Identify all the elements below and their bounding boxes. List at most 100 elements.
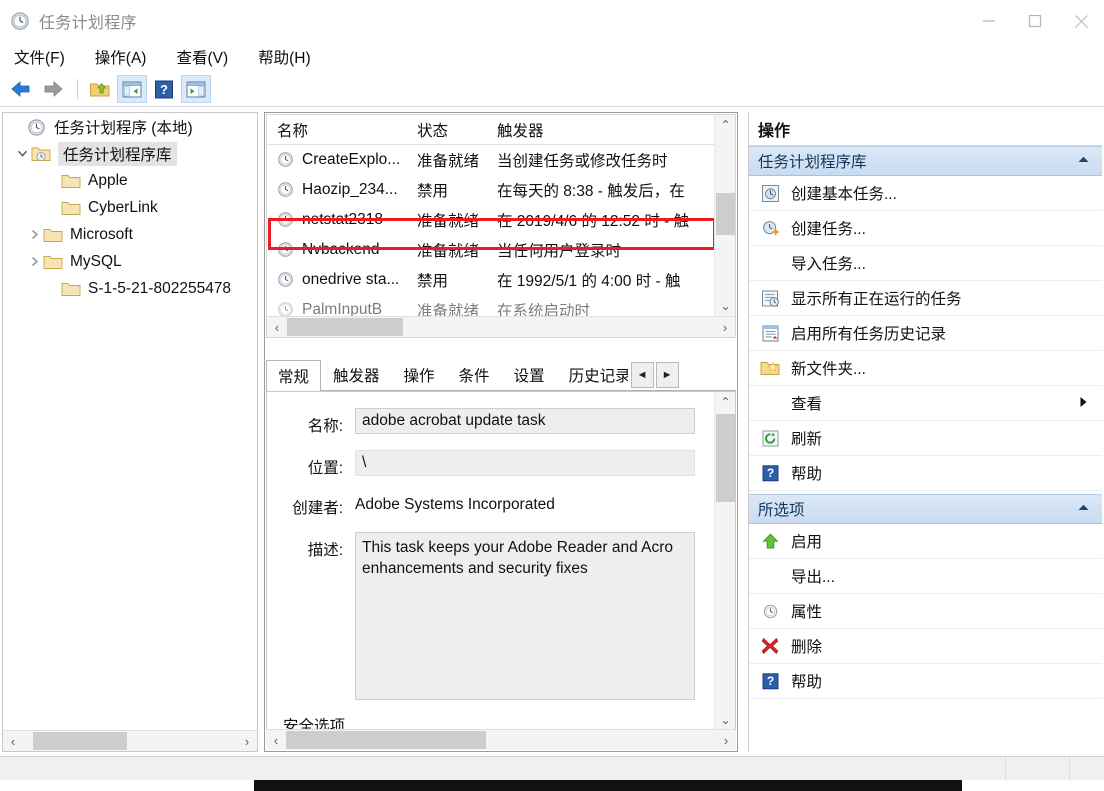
toolbar-back[interactable] — [6, 75, 36, 103]
task-description-textarea[interactable]: This task keeps your Adobe Reader and Ac… — [355, 532, 695, 700]
action-create-basic-task[interactable]: 创建基本任务... — [749, 176, 1102, 211]
action-enable[interactable]: 启用 — [749, 524, 1102, 559]
scroll-thumb[interactable] — [716, 414, 735, 502]
minimize-button[interactable] — [966, 0, 1012, 42]
caret-up-icon[interactable] — [1077, 155, 1090, 167]
detail-tabs: 常规 触发器 操作 条件 设置 历史记录 ◄ ► — [266, 359, 736, 391]
maximize-button[interactable] — [1012, 0, 1058, 42]
table-row[interactable]: Nvbackend 准备就绪 当任何用户登录时 — [267, 235, 717, 265]
scroll-track[interactable] — [23, 731, 237, 752]
task-trigger-cell: 在 2019/4/6 的 12:52 时 - 触 — [497, 213, 690, 230]
task-name-cell: Haozip_234... — [267, 181, 415, 199]
tab-actions[interactable]: 操作 — [392, 360, 447, 390]
tree-node-apple[interactable]: Apple — [3, 167, 257, 194]
toolbar-show-tree[interactable] — [117, 75, 147, 103]
toolbar-forward[interactable] — [38, 75, 68, 103]
menu-action[interactable]: 操作(A) — [93, 44, 159, 70]
tree-node-task-scheduler-local[interactable]: 任务计划程序 (本地) — [3, 113, 257, 140]
tree-node-list: 任务计划程序 (本地) 任务计划程序库 Apple CyberLink Micr… — [3, 113, 257, 729]
scroll-thumb[interactable] — [716, 193, 735, 235]
scroll-right-icon[interactable]: › — [716, 730, 736, 751]
action-export[interactable]: 导出... — [749, 559, 1102, 594]
task-name-label: Nvbackend — [302, 241, 380, 258]
tree-node-cyberlink[interactable]: CyberLink — [3, 194, 257, 221]
action-refresh[interactable]: 刷新 — [749, 421, 1102, 456]
action-create-task[interactable]: 创建任务... — [749, 211, 1102, 246]
action-help-library[interactable]: ? 帮助 — [749, 456, 1102, 491]
scroll-up-icon[interactable]: ⌃ — [715, 392, 735, 412]
action-help-selected[interactable]: ? 帮助 — [749, 664, 1102, 699]
menu-view[interactable]: 查看(V) — [174, 44, 240, 70]
status-cell-tertiary — [1070, 757, 1104, 781]
detail-vertical-scrollbar[interactable]: ⌃ ⌄ — [714, 392, 735, 730]
column-header-name[interactable]: 名称 — [267, 119, 415, 141]
task-name-label: CreateExplo... — [302, 151, 401, 168]
tab-scroll-right-button[interactable]: ► — [655, 362, 679, 388]
action-delete[interactable]: 删除 — [749, 629, 1102, 664]
scroll-up-icon[interactable]: ⌃ — [715, 115, 735, 135]
action-enable-all-tasks-history[interactable]: 启用所有任务历史记录 — [749, 316, 1102, 351]
detail-horizontal-scrollbar[interactable]: ‹ › — [266, 729, 736, 750]
table-row[interactable]: netstat2318 准备就绪 在 2019/4/6 的 12:52 时 - … — [267, 205, 717, 235]
tab-scroll-left-button[interactable]: ◄ — [630, 362, 654, 388]
toolbar-action-pane[interactable] — [181, 75, 211, 103]
task-list-vertical-scrollbar[interactable]: ⌃ ⌄ — [714, 115, 735, 316]
action-view[interactable]: 查看 — [749, 386, 1102, 421]
tree-node-sid-folder[interactable]: S-1-5-21-802255478 — [3, 275, 257, 302]
scroll-track[interactable] — [286, 730, 716, 751]
actions-group-header-library[interactable]: 任务计划程序库 — [749, 146, 1102, 176]
scroll-thumb[interactable] — [286, 730, 486, 749]
actions-group-header-selected-item[interactable]: 所选项 — [749, 494, 1102, 524]
action-properties[interactable]: 属性 — [749, 594, 1102, 629]
tree-node-microsoft[interactable]: Microsoft — [3, 221, 257, 248]
task-list-horizontal-scrollbar[interactable]: ‹ › — [267, 316, 735, 337]
tree-horizontal-scrollbar[interactable]: ‹ › — [3, 730, 257, 751]
action-display-running-tasks[interactable]: 显示所有正在运行的任务 — [749, 281, 1102, 316]
scroll-down-icon[interactable]: ⌄ — [715, 710, 735, 730]
task-name-label: onedrive sta... — [302, 271, 400, 288]
scroll-left-icon[interactable]: ‹ — [266, 730, 286, 751]
action-new-folder[interactable]: 新文件夹... — [749, 351, 1102, 386]
general-tab-panel: 名称: adobe acrobat update task 位置: \ 创建者:… — [266, 391, 736, 731]
scroll-right-icon[interactable]: › — [237, 731, 257, 752]
scroll-thumb[interactable] — [287, 317, 403, 336]
scroll-thumb[interactable] — [33, 731, 127, 750]
task-folder-icon — [31, 145, 51, 163]
tab-conditions[interactable]: 条件 — [447, 360, 502, 390]
tab-history[interactable]: 历史记录 — [557, 360, 629, 390]
menu-help[interactable]: 帮助(H) — [256, 44, 323, 70]
chevron-down-icon[interactable] — [13, 148, 31, 159]
field-label-location: 位置: — [307, 460, 343, 477]
chevron-right-icon[interactable] — [25, 229, 43, 240]
scroll-left-icon[interactable]: ‹ — [3, 731, 23, 752]
column-header-status[interactable]: 状态 — [415, 119, 495, 141]
table-row[interactable]: onedrive sta... 禁用 在 1992/5/1 的 4:00 时 -… — [267, 265, 717, 295]
scroll-right-icon[interactable]: › — [715, 317, 735, 338]
task-trigger-cell: 在每天的 8:38 - 触发后，在 — [497, 183, 685, 200]
tree-node-task-scheduler-library[interactable]: 任务计划程序库 — [3, 140, 257, 167]
tab-settings[interactable]: 设置 — [502, 360, 557, 390]
clock-icon — [277, 151, 295, 169]
action-label: 创建基本任务... — [791, 186, 897, 203]
tab-general[interactable]: 常规 — [266, 360, 322, 391]
caret-up-icon[interactable] — [1077, 503, 1090, 515]
task-name-input[interactable]: adobe acrobat update task — [355, 408, 695, 434]
scroll-left-icon[interactable]: ‹ — [267, 317, 287, 338]
close-button[interactable] — [1058, 0, 1104, 42]
field-row-location: 位置: \ — [267, 450, 735, 478]
scroll-track[interactable] — [287, 317, 715, 338]
menu-file[interactable]: 文件(F) — [12, 44, 77, 70]
table-row[interactable]: Haozip_234... 禁用 在每天的 8:38 - 触发后，在 — [267, 175, 717, 205]
field-label-description: 描述: — [307, 542, 343, 559]
action-import-task[interactable]: 导入任务... — [749, 246, 1102, 281]
chevron-right-icon[interactable] — [25, 256, 43, 267]
task-location-input[interactable]: \ — [355, 450, 695, 476]
toolbar-up-folder[interactable] — [85, 75, 115, 103]
tree-node-mysql[interactable]: MySQL — [3, 248, 257, 275]
table-row[interactable]: CreateExplo... 准备就绪 当创建任务或修改任务时 — [267, 145, 717, 175]
scroll-down-icon[interactable]: ⌄ — [715, 296, 735, 316]
task-author-value: Adobe Systems Incorporated — [355, 496, 555, 513]
column-header-trigger[interactable]: 触发器 — [495, 119, 717, 141]
toolbar-help[interactable]: ? — [149, 75, 179, 103]
tab-triggers[interactable]: 触发器 — [321, 360, 392, 390]
